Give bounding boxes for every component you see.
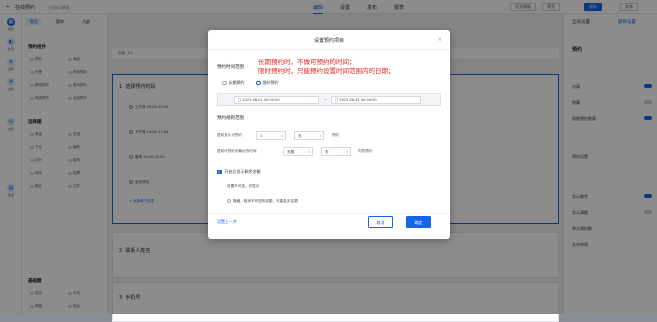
rule1-value-select[interactable]: 1 ▾ bbox=[256, 131, 286, 140]
section-time-range: 预约时间范围 bbox=[217, 65, 244, 70]
chevron-down-icon: ▾ bbox=[319, 134, 321, 138]
booking-settings-dialog: 设置预约项目 × 预约时间范围 长期预约 限时预约 ▢ 2023-06-01 0… bbox=[208, 30, 450, 239]
divider bbox=[208, 49, 450, 50]
rule2-unit-select[interactable]: 天 ▾ bbox=[321, 147, 351, 156]
chevron-down-icon: ▾ bbox=[308, 150, 310, 154]
date-range-picker: ▢ 2023-06-01 00:00:00 ~ ▢ 2023-06-31 00:… bbox=[217, 93, 441, 106]
sub-option-disabled[interactable]: 设置不可选，仍显示 bbox=[227, 184, 259, 189]
dialog-title: 设置预约项目 bbox=[313, 38, 344, 44]
show-remaining-checkbox[interactable]: ✓ 开启后显示剩余名额 bbox=[217, 169, 261, 175]
rule1-unit-select[interactable]: 天 ▾ bbox=[294, 131, 324, 140]
radio-long-term[interactable]: 长期预约 bbox=[222, 80, 245, 86]
date-separator: ~ bbox=[324, 97, 328, 102]
rule1-suffix: 预约 bbox=[332, 133, 340, 137]
confirm-button[interactable]: 确定 bbox=[406, 216, 431, 228]
rule2-label: 提前可预约到最远的时间 bbox=[217, 149, 257, 153]
cancel-button[interactable]: 取消 bbox=[368, 216, 393, 228]
sub-option-hidden[interactable]: 隐藏，取消不可选的名额，可能会无名额 bbox=[227, 199, 298, 204]
divider bbox=[208, 213, 450, 214]
rule1-label: 提前多久可预约 bbox=[217, 133, 243, 137]
annotation-note: 长期预约时，不做可预约的时间； 限时预约时，只能预约设置时间范围内的日期； bbox=[258, 58, 395, 75]
radio-limited-time[interactable]: 限时预约 bbox=[256, 80, 279, 86]
end-date-input[interactable]: ▢ 2023-06-31 00:00:00 bbox=[331, 96, 421, 104]
rule2-value-select[interactable]: 无限 ▾ bbox=[283, 147, 313, 156]
chevron-down-icon: ▾ bbox=[346, 150, 348, 154]
checkmark-icon: ✓ bbox=[217, 169, 222, 175]
previous-step-link[interactable]: 设置上一步 bbox=[217, 219, 237, 225]
chevron-down-icon: ▾ bbox=[281, 134, 283, 138]
close-icon[interactable]: × bbox=[438, 37, 442, 43]
rule2-suffix: 内的预约 bbox=[358, 149, 373, 153]
start-date-input[interactable]: ▢ 2023-06-01 00:00:00 bbox=[234, 96, 319, 104]
section-rule-range: 预约规则范围 bbox=[217, 116, 244, 121]
